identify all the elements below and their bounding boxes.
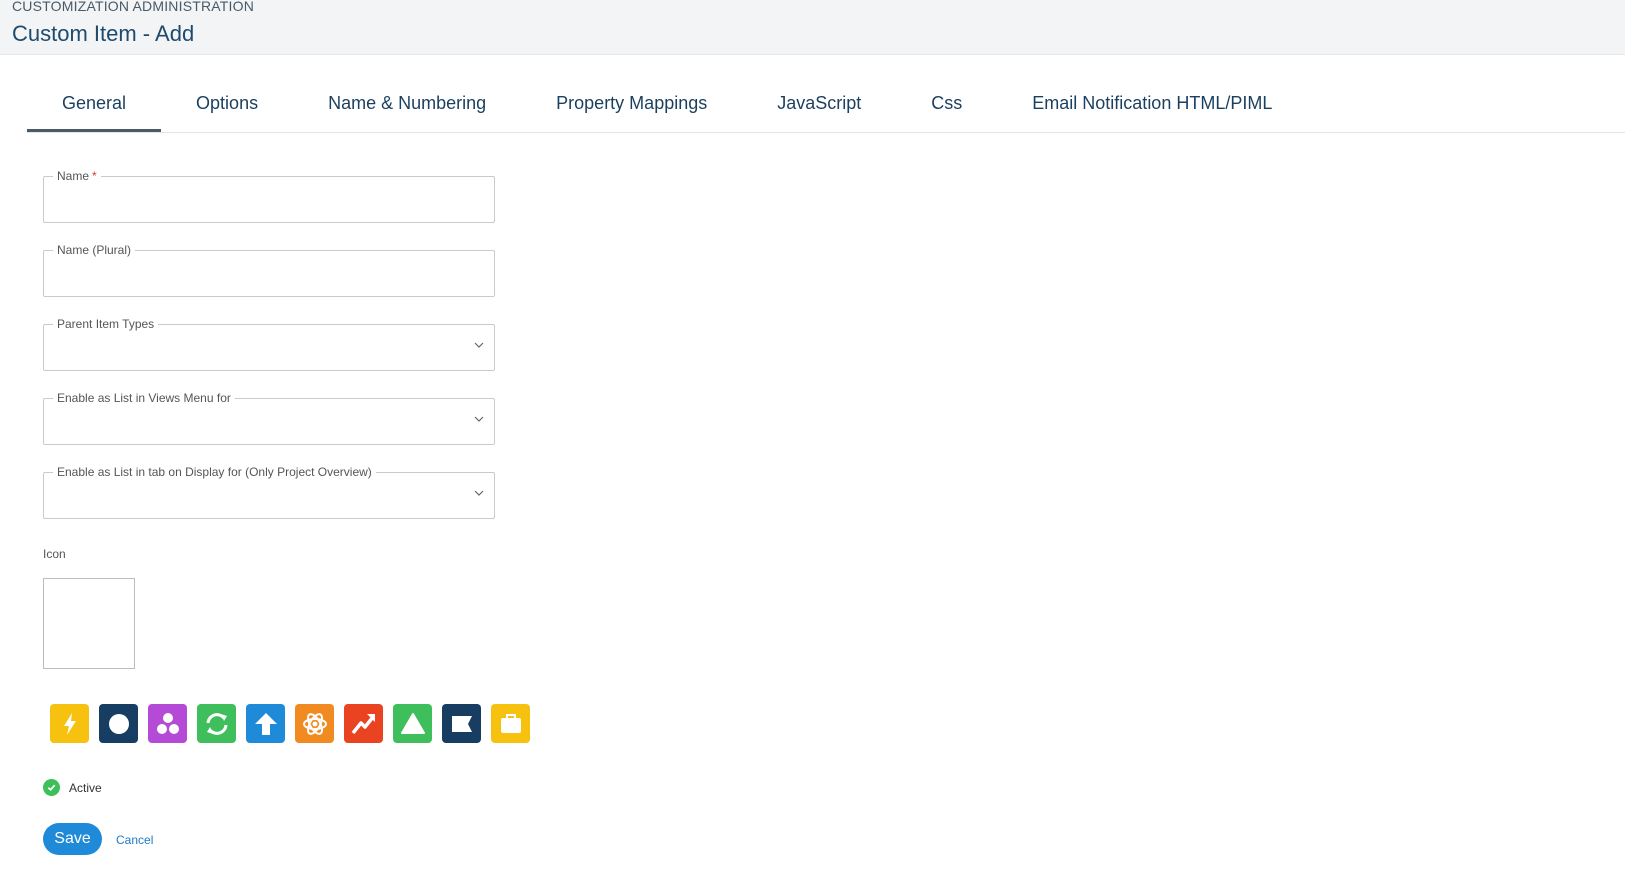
active-label: Active [69,780,102,795]
icon-preview[interactable] [43,578,135,669]
tab-name-numbering[interactable]: Name & Numbering [293,85,521,133]
tab-email-notification[interactable]: Email Notification HTML/PIML [997,85,1307,133]
parent-item-types-label: Parent Item Types [53,316,159,332]
icon-label: Icon [43,547,66,561]
tab-css[interactable]: Css [896,85,997,133]
breadcrumb: CUSTOMIZATION ADMINISTRATION [12,0,255,14]
tab-display-select[interactable]: Enable as List in tab on Display for (On… [43,464,495,519]
atom-icon[interactable] [295,704,334,743]
views-menu-select[interactable]: Enable as List in Views Menu for [43,390,495,445]
arrow-up-icon[interactable] [246,704,285,743]
cancel-link[interactable]: Cancel [116,833,153,847]
refresh-icon[interactable] [197,704,236,743]
name-label: Name * [53,168,101,184]
flag-icon[interactable] [442,704,481,743]
chevron-down-icon [474,342,484,348]
chevron-down-icon [474,490,484,496]
trend-up-icon[interactable] [344,704,383,743]
tab-property-mappings[interactable]: Property Mappings [521,85,742,133]
lightning-icon[interactable] [50,704,89,743]
chevron-down-icon [474,416,484,422]
page-title: Custom Item - Add [12,21,195,46]
name-plural-label: Name (Plural) [53,242,136,258]
three-dots-icon[interactable] [148,704,187,743]
active-toggle[interactable]: Active [43,779,102,796]
parent-item-types-select[interactable]: Parent Item Types [43,316,495,371]
tab-options[interactable]: Options [161,85,293,133]
tab-general[interactable]: General [27,85,162,133]
briefcase-icon[interactable] [491,704,530,743]
tab-javascript[interactable]: JavaScript [742,85,896,133]
save-button[interactable]: Save [43,823,102,855]
page-header: CUSTOMIZATION ADMINISTRATION Custom Item… [0,0,1625,55]
tab-bar: General Options Name & Numbering Propert… [27,85,1307,133]
name-plural-field[interactable]: Name (Plural) [43,242,495,297]
tab-divider [27,132,1625,133]
circle-icon[interactable] [99,704,138,743]
icon-palette [50,704,530,743]
required-marker: * [92,169,97,183]
triangle-icon[interactable] [393,704,432,743]
tab-display-label: Enable as List in tab on Display for (On… [53,464,376,480]
views-menu-label: Enable as List in Views Menu for [53,390,235,406]
name-field[interactable]: Name * [43,168,495,223]
check-circle-icon [43,779,60,796]
